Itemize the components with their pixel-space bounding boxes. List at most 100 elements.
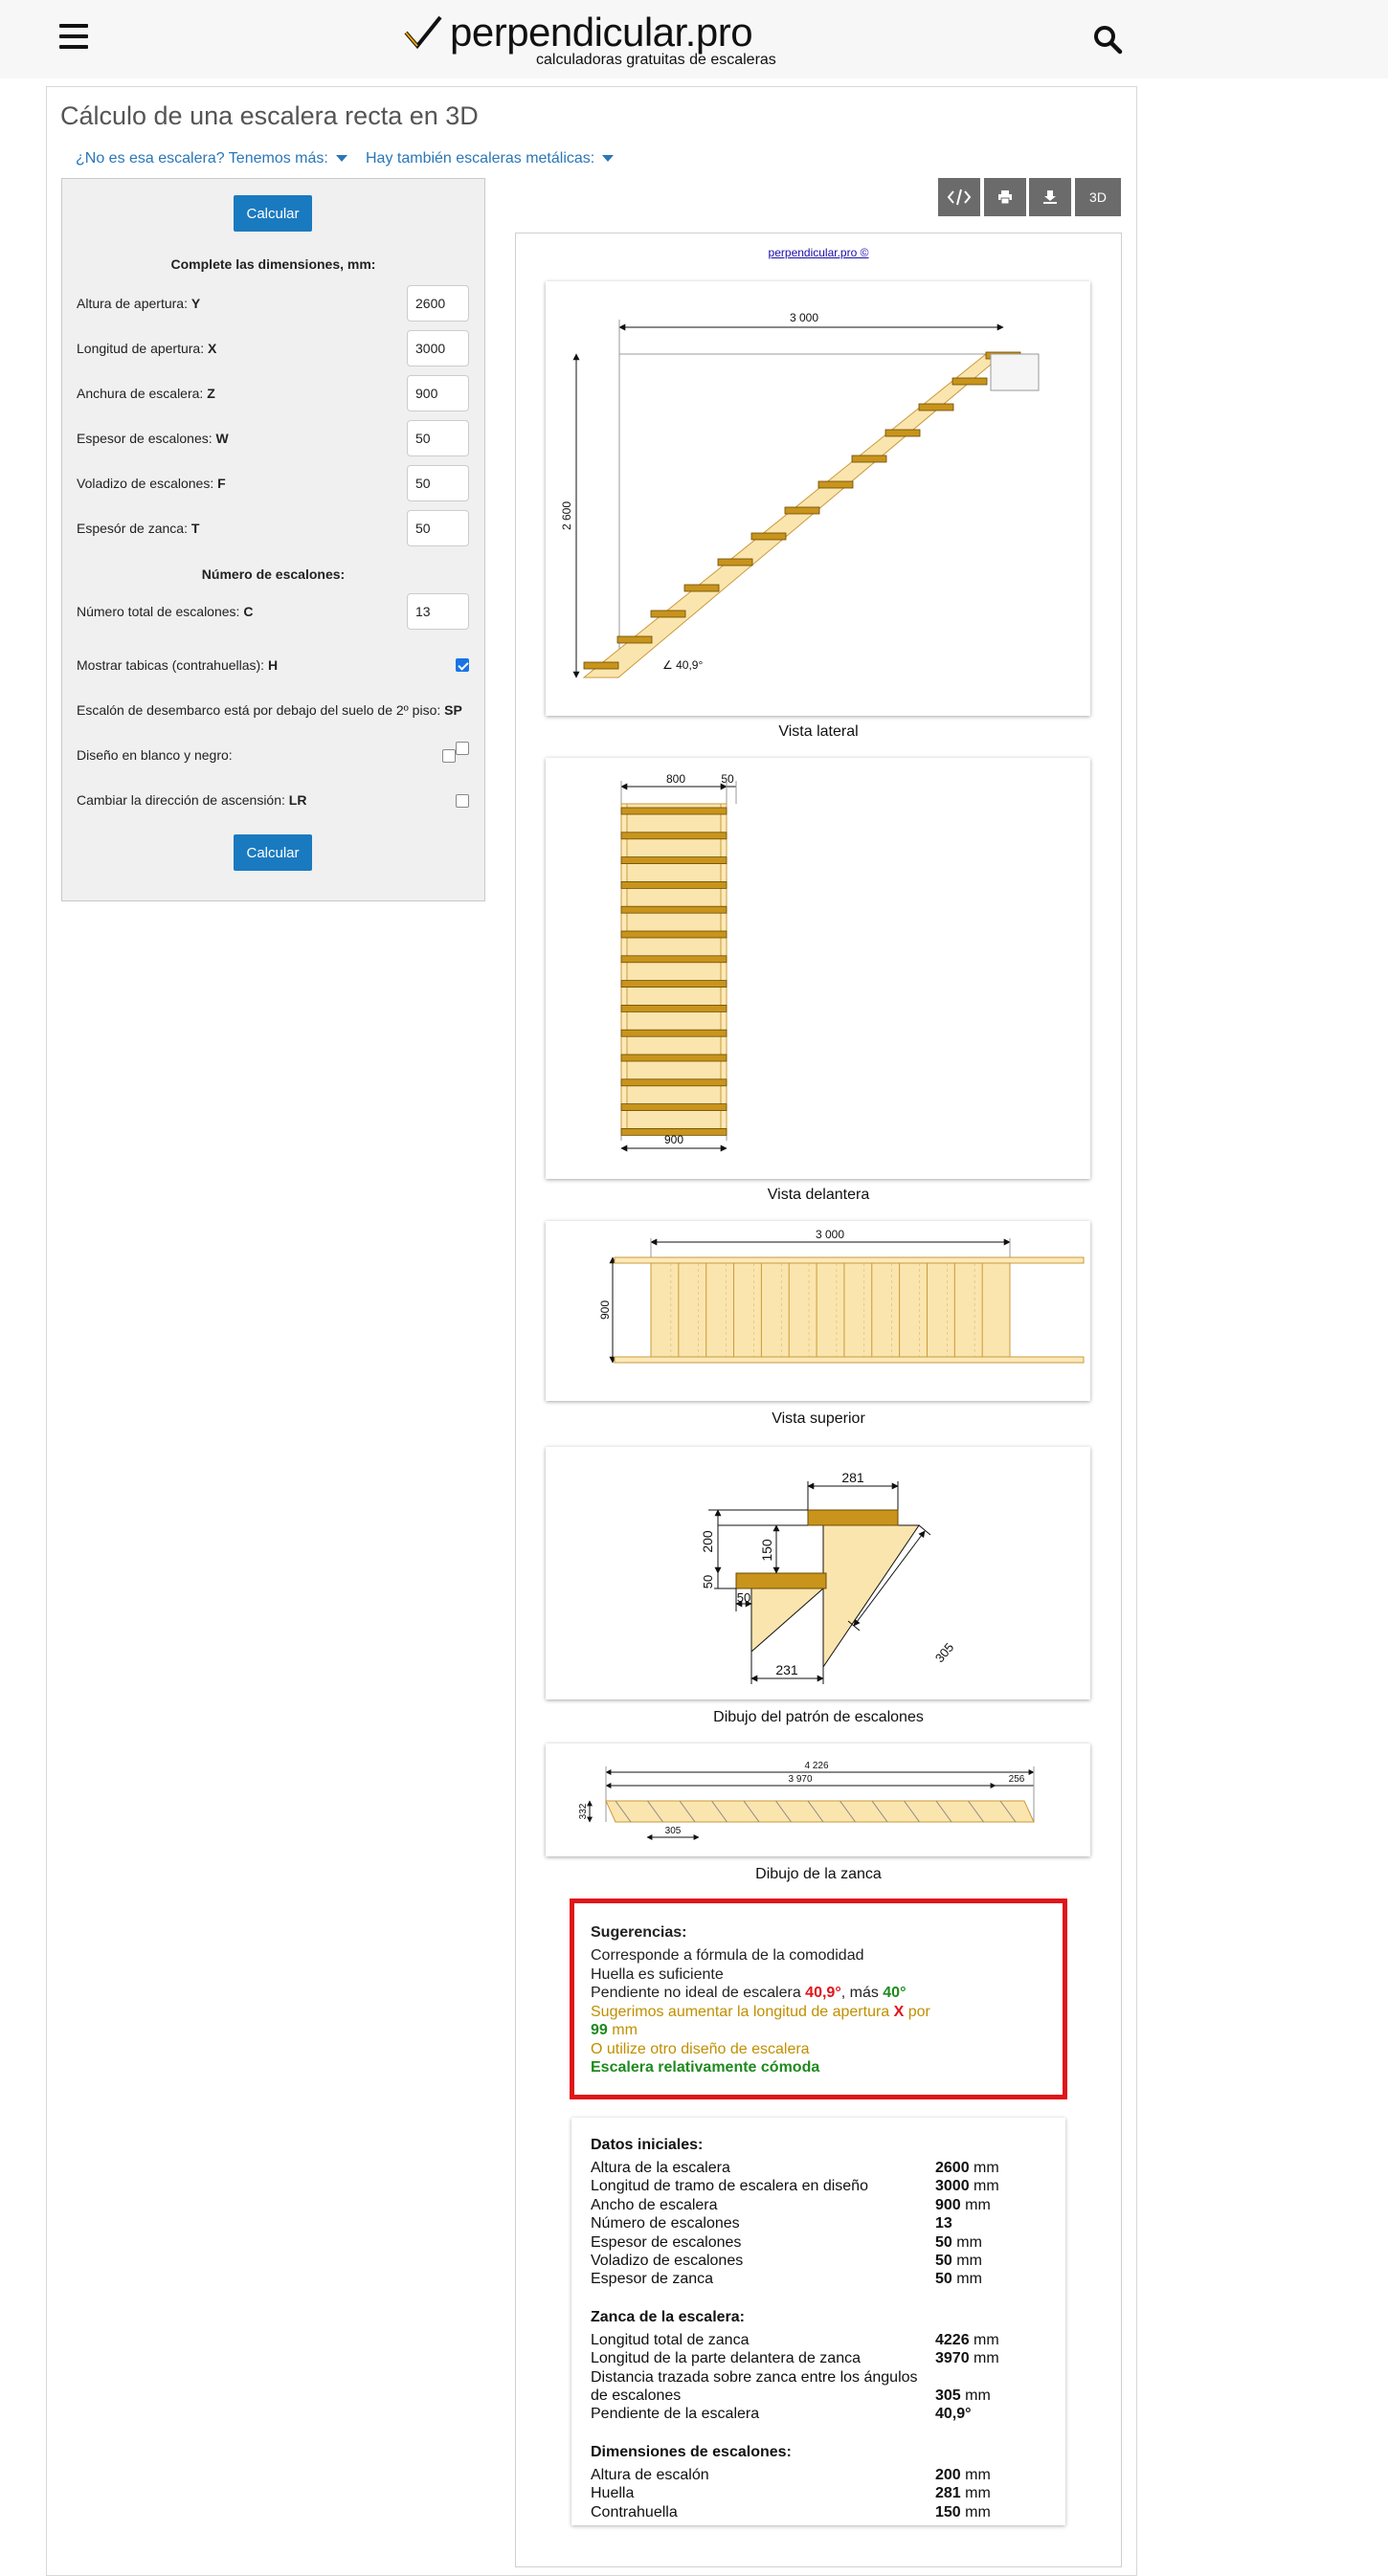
opening-height-input[interactable] (407, 285, 469, 322)
metal-stairs-dropdown[interactable]: Hay también escaleras metálicas: (366, 150, 615, 167)
front-tread (620, 807, 728, 815)
data-row-label: Espesor de escalones (591, 2233, 742, 2251)
lateral-tread (583, 661, 619, 670)
download-button[interactable] (1029, 178, 1071, 216)
print-icon (998, 190, 1012, 205)
stair-width-input[interactable] (407, 375, 469, 411)
black-white-checkbox[interactable] (442, 749, 456, 763)
black-white-checkbox-alt[interactable] (456, 742, 469, 755)
front-tread (620, 1078, 728, 1087)
data-row-value: 50 mm (935, 2234, 982, 2252)
value-unit: mm (969, 2350, 999, 2367)
value-unit: mm (969, 2160, 999, 2176)
angle-label: ∠ 40,9° (662, 658, 703, 672)
option-label-SP: Escalón de desembarco está por debajo de… (77, 702, 462, 718)
stringer-front: 3 970 (788, 1774, 812, 1785)
front-tread (620, 980, 728, 988)
front-tread (620, 955, 728, 964)
data-row-label: Contrahuella (591, 2503, 678, 2520)
data-row-value: 13 (935, 2215, 952, 2232)
lateral-tread (784, 506, 820, 515)
lateral-view-card: 3 000 2 600 ∠ 40,9° (546, 281, 1090, 716)
pattern-run-231: 231 (775, 1662, 798, 1677)
pattern-overhang-50: 50 (737, 1590, 750, 1605)
page-title: Cálculo de una escalera recta en 3D (60, 101, 479, 130)
value-number: 4226 (935, 2331, 970, 2348)
front-tread (620, 880, 728, 889)
stringer-step: 305 (665, 1826, 682, 1836)
data-row-value: 150 mm (935, 2504, 991, 2521)
data-row-value: 200 mm (935, 2467, 991, 2484)
dropdown-label: ¿No es esa escalera? Tenemos más: (76, 150, 328, 167)
suggestion-other-design: O utilize otro diseño de escalera (591, 2041, 810, 2057)
checkmark-logo-icon (404, 15, 442, 50)
site-logo[interactable]: perpendicular.pro calculadoras gratuitas… (402, 8, 804, 71)
lateral-tread (683, 584, 720, 592)
value-number: 50 (935, 2253, 952, 2269)
front-view-drawing: 800 50 900 (620, 772, 737, 1152)
opening-length-input[interactable] (407, 330, 469, 366)
embed-code-button[interactable] (938, 178, 980, 216)
stringer-thickness-input[interactable] (407, 510, 469, 546)
steps-count-input[interactable] (407, 593, 469, 630)
data-row-label: Altura de la escalera (591, 2160, 730, 2176)
show-risers-checkbox[interactable] (456, 658, 469, 672)
option-label-bw: Diseño en blanco y negro: (77, 747, 233, 763)
stringer-end: 256 (1009, 1774, 1025, 1785)
data-row-value: 281 mm (935, 2485, 991, 2502)
value-unit: mm (951, 2271, 982, 2288)
field-label-T: Espesór de zanca: T (77, 521, 200, 536)
front-overhang-50: 50 (721, 772, 734, 786)
caret-down-icon (602, 155, 615, 163)
logo-text: perpendicular.pro (450, 10, 753, 55)
front-tread (620, 1004, 728, 1012)
data-row-label: Voladizo de escalones (591, 2253, 744, 2269)
dropdown-label: Hay también escaleras metálicas: (366, 150, 595, 167)
value-unit: mm (969, 2178, 999, 2195)
option-label-LR: Cambiar la dirección de ascensión: LR (77, 792, 307, 808)
field-label-X: Longitud de apertura: X (77, 341, 217, 356)
lateral-tread (717, 558, 753, 566)
search-icon[interactable] (1091, 23, 1124, 56)
front-tread (620, 1054, 728, 1062)
view-3d-button[interactable]: 3D (1075, 178, 1121, 216)
lateral-tread (851, 455, 887, 463)
front-view-card: 800 50 900 (546, 758, 1090, 1179)
field-label-Z: Anchura de escalera: Z (77, 386, 215, 401)
front-tread (620, 1103, 728, 1112)
value-number: 900 (935, 2196, 961, 2213)
suggestion-amount: 99 mm (591, 2022, 638, 2038)
value-unit: mm (960, 2196, 991, 2213)
pattern-riser-150: 150 (759, 1539, 774, 1562)
step-thickness-input[interactable] (407, 420, 469, 456)
lateral-tread (650, 610, 686, 618)
data-row-value: 900 mm (935, 2197, 991, 2214)
data-row-label: Ancho de escalera (591, 2196, 718, 2213)
stair-types-dropdown[interactable]: ¿No es esa escalera? Tenemos más: (76, 150, 347, 167)
logo-subtitle: calculadoras gratuitas de escaleras (536, 52, 776, 68)
value-number: 3970 (935, 2350, 970, 2367)
value-number: 305 (935, 2387, 961, 2404)
change-direction-checkbox[interactable] (456, 794, 469, 808)
data-row-label: de escalones (591, 2387, 682, 2404)
step-overhang-input[interactable] (407, 465, 469, 501)
data-row-label: Altura de escalón (591, 2466, 709, 2483)
front-width-800: 800 (666, 772, 685, 786)
pattern-thickness-50: 50 (701, 1575, 715, 1588)
width-dimension: 3 000 (790, 311, 818, 324)
menu-icon[interactable] (59, 24, 88, 51)
calculate-button-top[interactable]: Calcular (234, 195, 312, 232)
print-button[interactable] (984, 178, 1026, 216)
top-view-caption: Vista superior (772, 1410, 865, 1427)
stair-treads (583, 351, 1021, 670)
stringer-drawing: 4 226 3 970 256 332 305 (578, 1761, 1035, 1840)
value-number: 50 (935, 2271, 952, 2288)
credit-link[interactable]: perpendicular.pro © (517, 246, 1120, 259)
data-row-label: Número de escalones (591, 2215, 740, 2232)
data-row-label: Pendiente de la escalera (591, 2406, 760, 2423)
calculate-button-bottom[interactable]: Calcular (234, 834, 312, 871)
value-number: 2600 (935, 2160, 970, 2176)
top-view-card: 3 000 900 (546, 1221, 1090, 1401)
value-number: 40,9° (935, 2406, 972, 2423)
suggestions-heading: Sugerencias: (591, 1924, 687, 1941)
